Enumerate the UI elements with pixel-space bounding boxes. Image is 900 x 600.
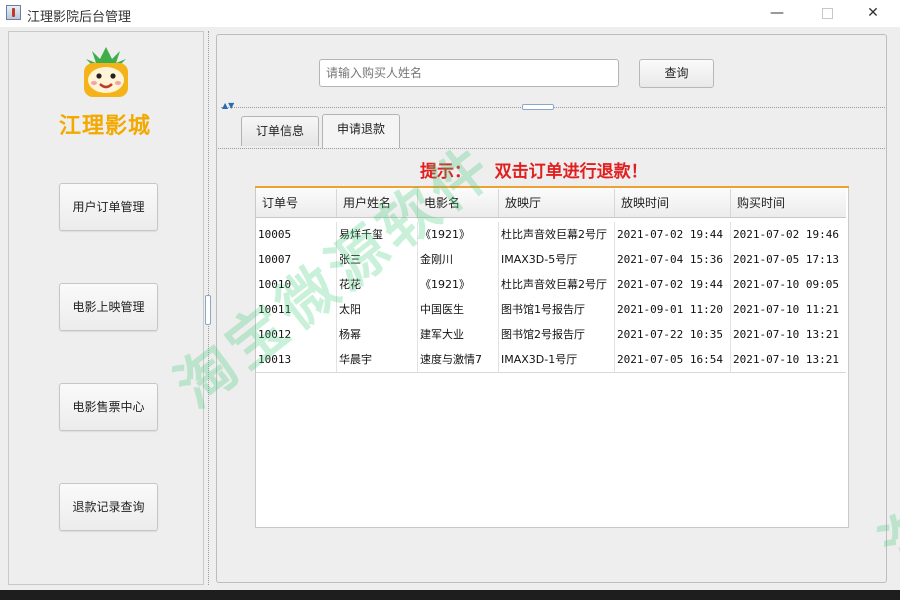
cell-hall: IMAX3D-1号厅 — [499, 347, 615, 372]
cell-movie-name: 建军大业 — [418, 322, 499, 347]
cell-user-name: 太阳 — [337, 297, 418, 322]
refund-hint: 提示： 双击订单进行退款！ — [420, 162, 648, 182]
movie-schedule-button[interactable]: 电影上映管理 — [59, 283, 158, 331]
buyer-name-search-input[interactable] — [319, 59, 619, 87]
column-header-order-id[interactable]: 订单号 — [256, 189, 337, 217]
column-header-movie-name[interactable]: 电影名 — [418, 189, 499, 217]
column-header-user-name[interactable]: 用户姓名 — [337, 189, 418, 217]
collapse-arrows-icon[interactable]: ▲▼ — [222, 102, 234, 110]
cell-movie-name: 《1921》 — [418, 222, 499, 247]
cell-user-name: 花花 — [337, 272, 418, 297]
ticket-center-button[interactable]: 电影售票中心 — [59, 383, 158, 431]
table-row[interactable]: 10011 太阳 中国医生 图书馆1号报告厅 2021-09-01 11:20 … — [256, 297, 846, 323]
cell-hall: IMAX3D-5号厅 — [499, 247, 615, 272]
cell-order-id: 10011 — [256, 297, 337, 322]
cell-user-name: 华晨宇 — [337, 347, 418, 372]
cell-show-time: 2021-07-05 16:54 — [615, 347, 731, 372]
cell-user-name: 杨幂 — [337, 322, 418, 347]
table-row[interactable]: 10013 华晨宇 速度与激情7 IMAX3D-1号厅 2021-07-05 1… — [256, 347, 846, 373]
java-cup-icon — [6, 5, 21, 20]
cell-purchase-time: 2021-07-05 17:13 — [733, 253, 839, 266]
table-row[interactable]: 10005 易烊千玺 《1921》 杜比声音效巨幕2号厅 2021-07-02 … — [256, 222, 846, 248]
cell-show-time: 2021-09-01 11:20 — [615, 297, 731, 322]
cell-show-time: 2021-07-22 10:35 — [615, 322, 731, 347]
cell-show-time: 2021-07-02 19:44 — [615, 222, 731, 247]
table-header: 订单号 用户姓名 电影名 放映厅 放映时间 购买时间 — [256, 189, 846, 218]
monkey-logo-icon — [84, 47, 128, 97]
taskbar-strip — [0, 590, 900, 600]
table-row[interactable]: 10007 张三 金刚川 IMAX3D-5号厅 2021-07-04 15:36… — [256, 247, 846, 273]
cell-order-id: 10007 — [256, 247, 337, 272]
minimize-button[interactable]: — — [754, 0, 800, 27]
cell-movie-name: 金刚川 — [418, 247, 499, 272]
window-title: 江理影院后台管理 — [27, 10, 132, 25]
cell-order-id: 10013 — [256, 347, 337, 372]
cell-hall: 杜比声音效巨幕2号厅 — [499, 272, 615, 297]
column-header-purchase-time[interactable]: 购买时间 — [731, 189, 846, 217]
table-row[interactable]: 10010 花花 《1921》 杜比声音效巨幕2号厅 2021-07-02 19… — [256, 272, 846, 298]
cell-user-name: 张三 — [337, 247, 418, 272]
table-row[interactable]: 10012 杨幂 建军大业 图书馆2号报告厅 2021-07-22 10:35 … — [256, 322, 846, 348]
cell-purchase-time: 2021-07-10 13:21 — [733, 353, 839, 366]
tab-content-border — [218, 148, 885, 149]
cell-show-time: 2021-07-02 19:44 — [615, 272, 731, 297]
title-bar: 江理影院后台管理 — ✕ — [0, 0, 900, 27]
split-pane-handle[interactable] — [205, 295, 211, 325]
maximize-icon — [821, 7, 833, 19]
cell-purchase-time: 2021-07-10 09:05 — [733, 278, 839, 291]
cell-purchase-time: 2021-07-10 11:21 — [733, 303, 839, 316]
user-orders-button[interactable]: 用户订单管理 — [59, 183, 158, 231]
tab-refund-request[interactable]: 申请退款 — [322, 114, 400, 148]
cell-movie-name: 中国医生 — [418, 297, 499, 322]
cell-user-name: 易烊千玺 — [337, 222, 418, 247]
tab-order-info[interactable]: 订单信息 — [241, 116, 319, 146]
cell-hall: 杜比声音效巨幕2号厅 — [499, 222, 615, 247]
cell-show-time: 2021-07-04 15:36 — [615, 247, 731, 272]
cell-order-id: 10012 — [256, 322, 337, 347]
cell-movie-name: 速度与激情7 — [418, 347, 499, 372]
cell-order-id: 10010 — [256, 272, 337, 297]
horizontal-split-handle[interactable] — [522, 104, 554, 110]
cell-movie-name: 《1921》 — [418, 272, 499, 297]
maximize-button[interactable] — [804, 0, 850, 27]
close-button[interactable]: ✕ — [850, 0, 896, 27]
cell-hall: 图书馆1号报告厅 — [499, 297, 615, 322]
column-header-hall[interactable]: 放映厅 — [499, 189, 615, 217]
table-accent-line — [255, 186, 849, 188]
column-header-show-time[interactable]: 放映时间 — [615, 189, 731, 217]
cell-purchase-time: 2021-07-02 19:46 — [733, 228, 839, 241]
brand-name: 江理影城 — [58, 114, 151, 139]
refund-records-button[interactable]: 退款记录查询 — [59, 483, 158, 531]
cell-hall: 图书馆2号报告厅 — [499, 322, 615, 347]
cell-purchase-time: 2021-07-10 13:21 — [733, 328, 839, 341]
query-button[interactable]: 查询 — [639, 59, 714, 88]
cell-order-id: 10005 — [256, 222, 337, 247]
